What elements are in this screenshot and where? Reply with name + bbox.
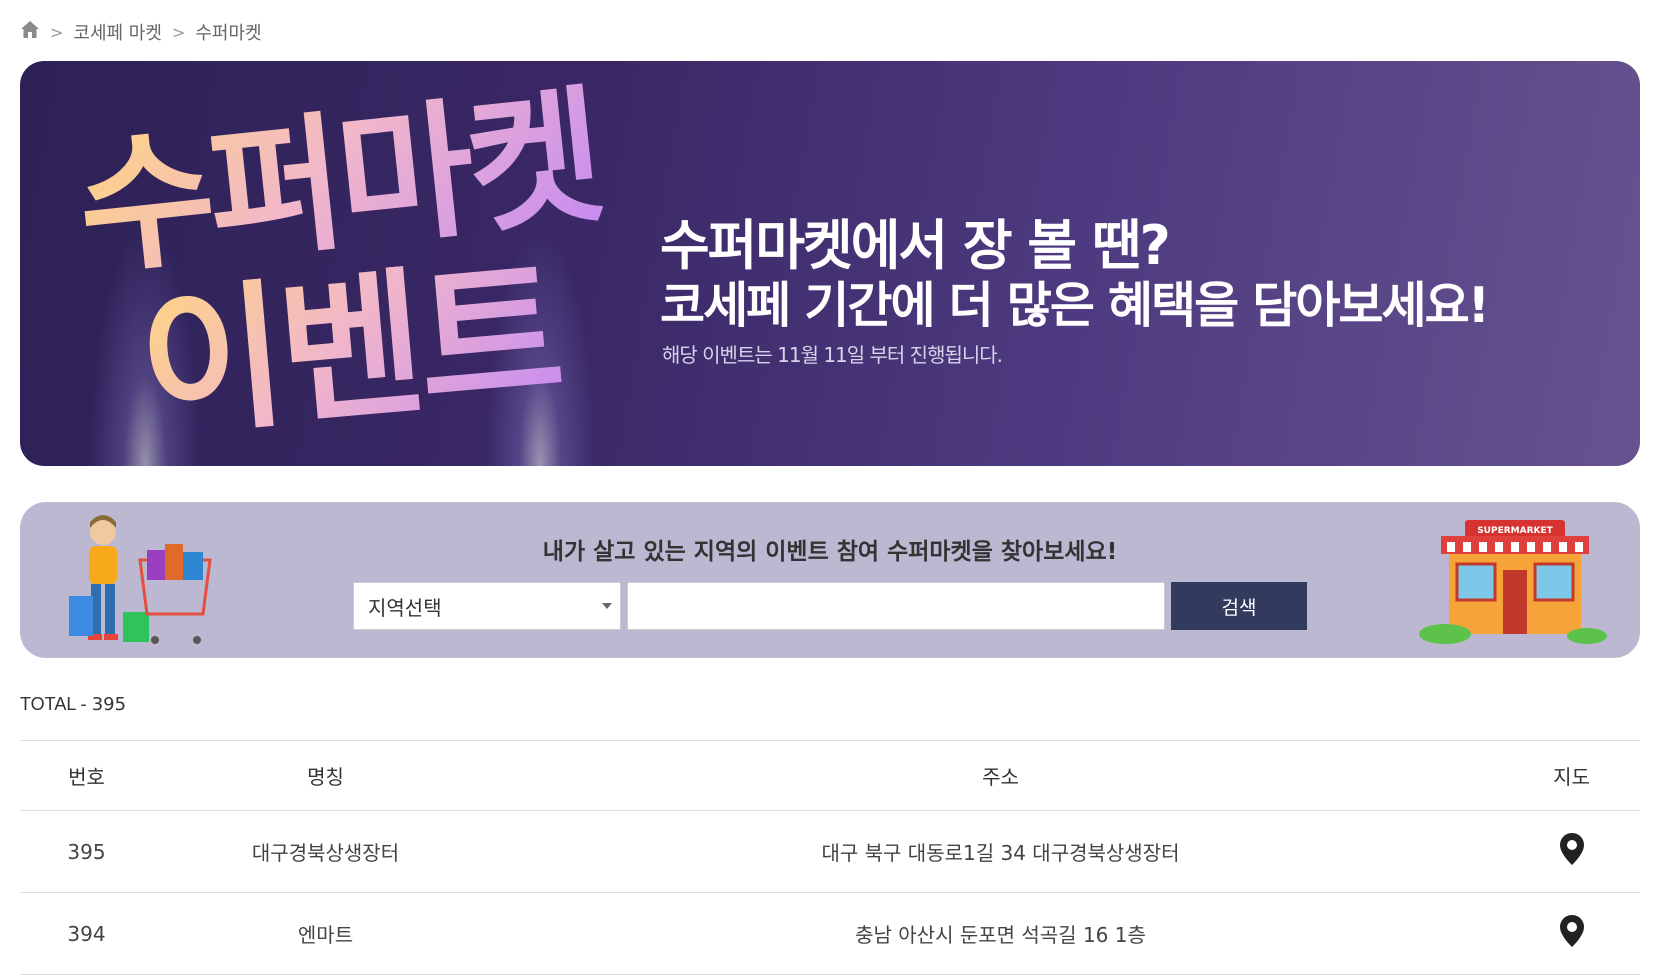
banner-subheadline: 코세페 기간에 더 많은 혜택을 담아보세요! [660,277,1490,334]
row-name: 대구경북상생장터 [251,841,400,865]
banner-note: 해당 이벤트는 11월 11일 부터 진행됩니다. [662,343,1003,367]
row-address: 충남 아산시 둔포면 석곡길 16 1층 [855,923,1146,947]
event-banner: 수퍼마켓 이벤트 수퍼마켓에서 장 볼 땐? 코세페 기간에 더 많은 혜택을 … [20,61,1640,466]
map-pin-icon[interactable] [1559,832,1585,871]
table-row: 394 엔마트 충남 아산시 둔포면 석곡길 16 1층 [20,893,1640,975]
home-icon[interactable] [20,20,40,44]
chevron-right-icon: > [171,22,186,42]
header-map: 지도 [1553,765,1590,789]
search-input[interactable] [627,582,1165,630]
banner-title-line2: 이벤트 [132,240,566,460]
header-name: 명칭 [307,765,344,789]
header-no: 번호 [68,765,105,789]
store-table: 번호 명칭 주소 지도 395 대구경북상생장터 대구 북구 대동로1길 34 … [20,740,1640,975]
total-label: TOTAL - [20,694,92,714]
row-no: 394 [67,921,106,946]
breadcrumb: > 코세페 마켓 > 수퍼마켓 [20,20,262,44]
search-button[interactable]: 검색 [1171,582,1307,630]
table-row: 395 대구경북상생장터 대구 북구 대동로1길 34 대구경북상생장터 [20,811,1640,893]
chevron-down-icon [602,603,612,609]
store-sign-text: SUPERMARKET [1477,526,1553,536]
chevron-right-icon: > [50,22,64,42]
breadcrumb-item-market[interactable]: 코세페 마켓 [73,19,162,45]
map-pin-icon[interactable] [1559,914,1585,953]
header-address: 주소 [982,765,1019,789]
row-no: 395 [67,839,106,864]
region-select-value: 지역선택 [368,595,442,620]
supermarket-illustration: SUPERMARKET [1419,520,1607,644]
breadcrumb-item-supermarket[interactable]: 수퍼마켓 [195,19,261,45]
region-select[interactable]: 지역선택 [353,582,621,630]
row-address: 대구 북구 대동로1길 34 대구경북상생장터 [821,841,1180,865]
store-search-panel: 내가 살고 있는 지역의 이벤트 참여 수퍼마켓을 찾아보세요! 지역선택 검색… [20,502,1640,658]
total-count: TOTAL - 395 [20,694,126,715]
total-value: 395 [91,694,127,715]
table-header: 번호 명칭 주소 지도 [20,740,1640,811]
search-title: 내가 살고 있는 지역의 이벤트 참여 수퍼마켓을 찾아보세요! [542,539,1118,565]
row-name: 엔마트 [297,923,354,947]
